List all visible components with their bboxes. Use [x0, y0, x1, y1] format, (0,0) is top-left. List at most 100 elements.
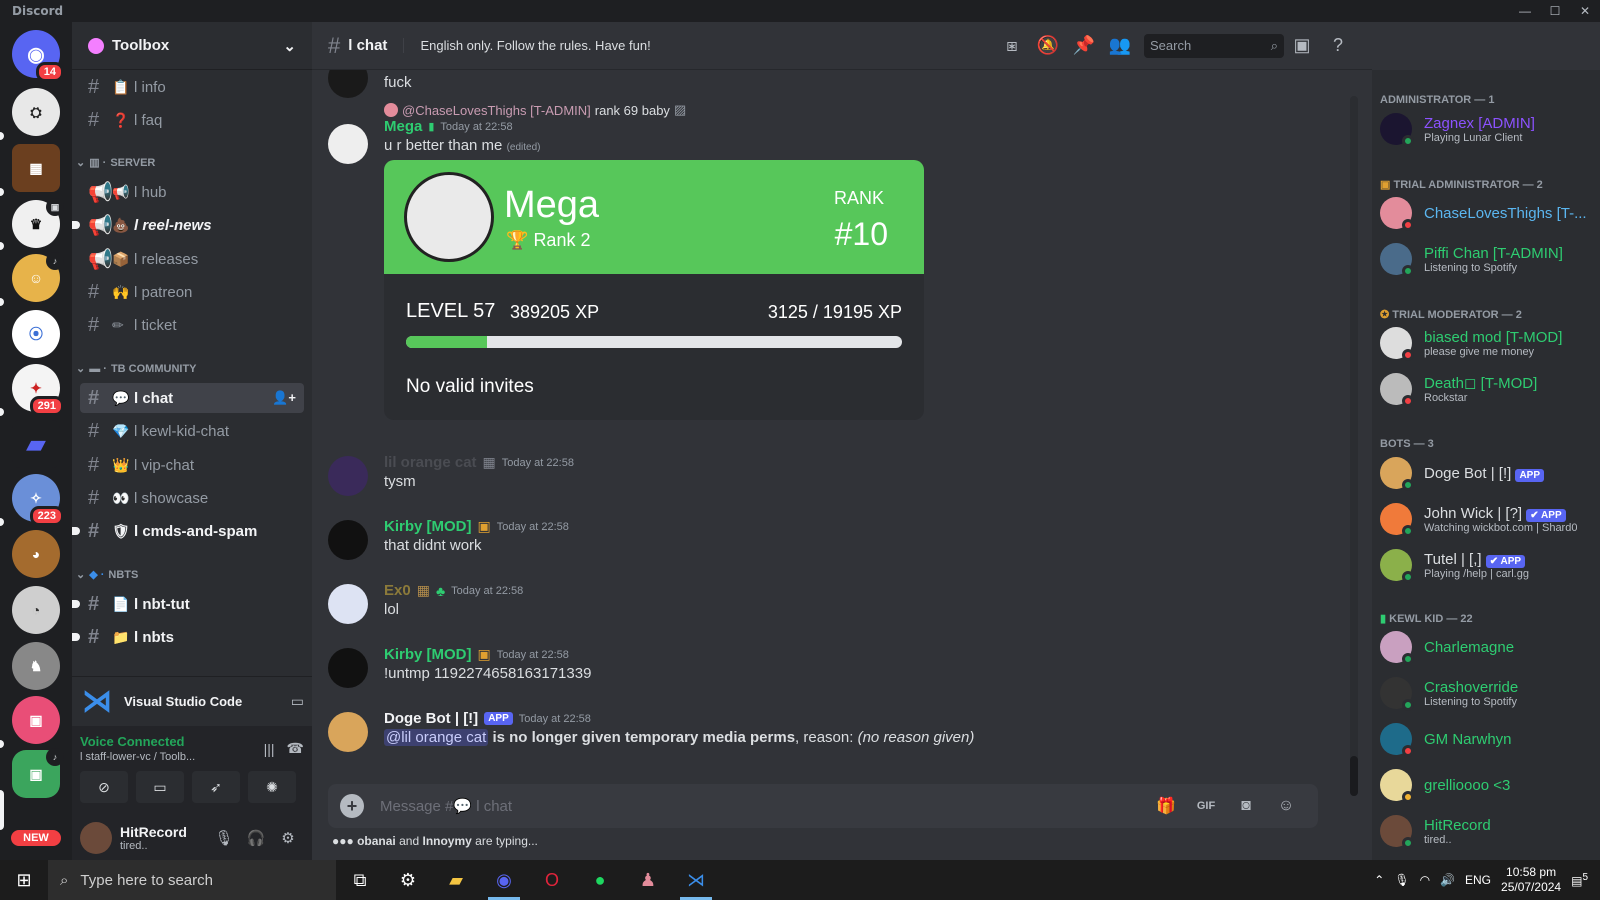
- channel-cmds-and-spam[interactable]: # 🛡 l cmds-and-spam: [72, 516, 304, 546]
- member-item[interactable]: HitRecord tired..: [1380, 810, 1596, 852]
- member-item[interactable]: Death◻ [T-MOD] Rockstar: [1380, 368, 1596, 410]
- channel-nbt-tut[interactable]: # 📄 l nbt-tut: [72, 589, 304, 619]
- message-input[interactable]: Message #💬 l chat: [380, 797, 1146, 815]
- close-button[interactable]: ✕: [1570, 4, 1600, 18]
- message-composer[interactable]: + Message #💬 l chat 🎁 GIF ◙ ☺: [328, 784, 1318, 828]
- language-indicator[interactable]: ENG: [1465, 873, 1491, 887]
- server-icon[interactable]: ▦: [12, 144, 60, 192]
- maximize-button[interactable]: ☐: [1540, 4, 1570, 18]
- member-item[interactable]: John Wick | [?] ✔ APP Watching wickbot.co…: [1380, 498, 1596, 540]
- game-app-icon[interactable]: ♟: [624, 860, 672, 900]
- channel-reel-news[interactable]: 📢 💩 l reel-news: [72, 210, 304, 240]
- server-icon[interactable]: ☺ ♪: [12, 252, 64, 302]
- opera-gx-icon[interactable]: O: [528, 860, 576, 900]
- channel-faq[interactable]: # ❓ l faq: [80, 105, 304, 135]
- channel-topic[interactable]: English only. Follow the rules. Have fun…: [403, 38, 994, 53]
- author-name[interactable]: lil orange cat: [384, 454, 477, 471]
- server-icon[interactable]: ◕: [12, 530, 60, 578]
- screen-share-icon[interactable]: ▭: [291, 693, 304, 710]
- server-icon[interactable]: ✧ 223: [12, 474, 64, 526]
- member-item[interactable]: biased mod [T-MOD] please give me money: [1380, 322, 1596, 364]
- channel-kewl-kid-chat[interactable]: # 💎 l kewl-kid-chat: [80, 416, 304, 446]
- avatar[interactable]: [328, 648, 368, 688]
- windows-start-icon[interactable]: ⊞: [0, 870, 48, 891]
- notification-mute-icon[interactable]: 🔕: [1030, 35, 1066, 56]
- discord-taskbar-icon[interactable]: ◉: [480, 860, 528, 900]
- help-icon[interactable]: ?: [1320, 35, 1356, 56]
- channel-ticket[interactable]: # ✏ l ticket: [80, 310, 304, 340]
- avatar[interactable]: [80, 822, 112, 854]
- member-item[interactable]: Piffi Chan [T-ADMIN] Listening to Spotify: [1380, 238, 1596, 280]
- author-name[interactable]: Mega: [384, 118, 422, 135]
- avatar[interactable]: [328, 584, 368, 624]
- noise-suppression-icon[interactable]: |||: [264, 741, 275, 757]
- emoji-icon[interactable]: ☺: [1266, 797, 1306, 815]
- disconnect-icon[interactable]: ☎: [287, 740, 304, 757]
- inbox-icon[interactable]: ▣: [1284, 35, 1320, 56]
- threads-icon[interactable]: ⧆: [994, 35, 1030, 56]
- user-mention[interactable]: @lil orange cat: [384, 729, 489, 746]
- member-item[interactable]: Doge Bot | [!] APP: [1380, 452, 1596, 494]
- server-icon[interactable]: ♛ ▣: [12, 198, 64, 248]
- sticker-icon[interactable]: ◙: [1226, 797, 1266, 815]
- screen-share-button[interactable]: ▭: [136, 771, 184, 803]
- author-name[interactable]: Ex0: [384, 582, 411, 599]
- file-explorer-icon[interactable]: ▰: [432, 860, 480, 900]
- server-icon[interactable]: ✦ 291: [12, 364, 64, 416]
- member-item[interactable]: GM Narwhyn: [1380, 718, 1596, 760]
- member-item[interactable]: Tutel | [,] ✔ APP Playing /help | carl.gg: [1380, 544, 1596, 586]
- channel-vip-chat[interactable]: # 👑 l vip-chat: [80, 450, 304, 480]
- gear-icon[interactable]: ⚙: [272, 829, 304, 847]
- notifications-icon[interactable]: ▤5: [1571, 872, 1588, 888]
- channel-info[interactable]: # 📋 l info: [80, 72, 304, 102]
- reply-preview[interactable]: @ChaseLovesThighs [T-ADMIN] rank 69 baby…: [384, 102, 1348, 118]
- avatar[interactable]: [328, 124, 368, 164]
- plus-icon[interactable]: +: [340, 794, 364, 818]
- microphone-icon[interactable]: 🎙: [1394, 873, 1409, 887]
- scrollbar[interactable]: [1350, 96, 1358, 796]
- server-icon[interactable]: ⦿: [12, 310, 60, 358]
- activities-button[interactable]: ➶: [192, 771, 240, 803]
- member-item[interactable]: Crashoverride Listening to Spotify: [1380, 672, 1596, 714]
- clock[interactable]: 10:58 pm 25/07/2024: [1501, 865, 1561, 895]
- headphones-icon[interactable]: 🎧: [240, 829, 272, 847]
- author-name[interactable]: Doge Bot | [!]: [384, 710, 478, 727]
- soundboard-button[interactable]: ✺: [248, 771, 296, 803]
- server-icon[interactable]: ♞: [12, 642, 60, 690]
- member-item[interactable]: Charlemagne: [1380, 626, 1596, 668]
- avatar[interactable]: [328, 456, 368, 496]
- server-icon[interactable]: ◔: [12, 586, 60, 634]
- author-name[interactable]: Kirby [MOD]: [384, 646, 472, 663]
- volume-icon[interactable]: 🔊: [1440, 873, 1455, 887]
- spotify-icon[interactable]: ●: [576, 860, 624, 900]
- author-name[interactable]: Kirby [MOD]: [384, 518, 472, 535]
- microphone-icon[interactable]: 🎙: [208, 829, 240, 847]
- channel-releases[interactable]: 📢 📦 l releases: [80, 244, 304, 274]
- camera-off-button[interactable]: ⊘: [80, 771, 128, 803]
- scrollbar-thumb[interactable]: [1350, 756, 1358, 796]
- category-nbts[interactable]: ⌄ ◆ · NBTS: [76, 568, 138, 582]
- search-input[interactable]: Search ⌕: [1144, 33, 1284, 58]
- category-server[interactable]: ⌄ ▥ · SERVER: [76, 156, 155, 170]
- create-invite-icon[interactable]: 👤+: [272, 390, 296, 406]
- avatar[interactable]: [328, 712, 368, 752]
- channel-nbts[interactable]: # 📁 l nbts: [72, 622, 304, 652]
- minimize-button[interactable]: —: [1510, 4, 1540, 18]
- wifi-icon[interactable]: ◠: [1420, 873, 1430, 887]
- member-item[interactable]: Zagnex [ADMIN] Playing Lunar Client: [1380, 108, 1596, 150]
- member-list-icon[interactable]: 👥: [1102, 35, 1138, 56]
- settings-icon[interactable]: ⚙: [384, 860, 432, 900]
- gif-icon[interactable]: GIF: [1186, 800, 1226, 812]
- member-item[interactable]: grellioooo <3: [1380, 764, 1596, 806]
- vscode-taskbar-icon[interactable]: ⋊: [672, 860, 720, 900]
- server-icon[interactable]: ▣: [12, 696, 60, 744]
- gift-icon[interactable]: 🎁: [1146, 796, 1186, 816]
- task-view-icon[interactable]: ⧉: [336, 860, 384, 900]
- channel-hub[interactable]: 📢 📢 l hub: [80, 177, 304, 207]
- chevron-up-icon[interactable]: ⌃: [1374, 873, 1384, 887]
- avatar[interactable]: [328, 520, 368, 560]
- avatar[interactable]: [328, 70, 368, 98]
- category-tb-community[interactable]: ⌄ ▬ · TB COMMUNITY: [76, 362, 197, 376]
- taskbar-search[interactable]: ⌕ Type here to search: [48, 860, 336, 900]
- server-icon[interactable]: ⛭: [12, 88, 60, 136]
